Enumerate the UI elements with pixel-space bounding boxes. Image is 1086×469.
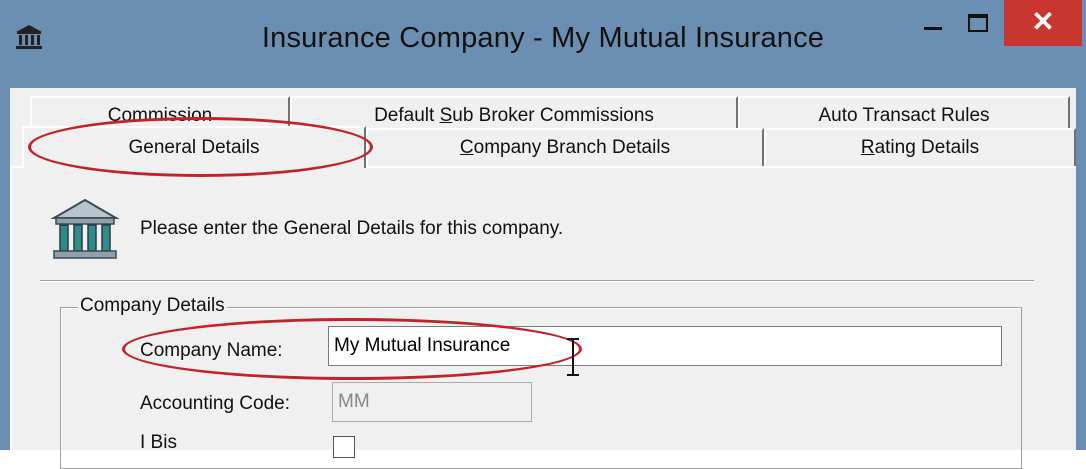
- accounting-code-input[interactable]: [332, 382, 532, 422]
- third-field-label: I Bis: [140, 432, 177, 453]
- intro-text: Please enter the General Details for thi…: [140, 218, 564, 239]
- close-button[interactable]: ✕: [1004, 0, 1082, 46]
- minimize-button[interactable]: [912, 0, 956, 46]
- tab-general-details[interactable]: General Details: [22, 126, 366, 168]
- separator: [40, 280, 1034, 282]
- maximize-button[interactable]: [956, 0, 1000, 46]
- tab-auto-transact-rules[interactable]: Auto Transact Rules: [738, 96, 1070, 132]
- close-icon: ✕: [1031, 6, 1055, 37]
- text-cursor-icon: [567, 338, 579, 376]
- company-details-legend: Company Details: [78, 295, 227, 317]
- tab-rating-details[interactable]: Rating Details: [764, 128, 1076, 166]
- tab-company-branch-details[interactable]: Company Branch Details: [366, 128, 764, 166]
- accounting-code-label: Accounting Code:: [140, 393, 290, 414]
- title-bar[interactable]: Insurance Company - My Mutual Insurance …: [0, 0, 1086, 88]
- company-name-label: Company Name:: [140, 340, 283, 361]
- company-name-input[interactable]: [328, 326, 1002, 366]
- bank-icon: [50, 198, 120, 259]
- checkbox[interactable]: [333, 436, 355, 458]
